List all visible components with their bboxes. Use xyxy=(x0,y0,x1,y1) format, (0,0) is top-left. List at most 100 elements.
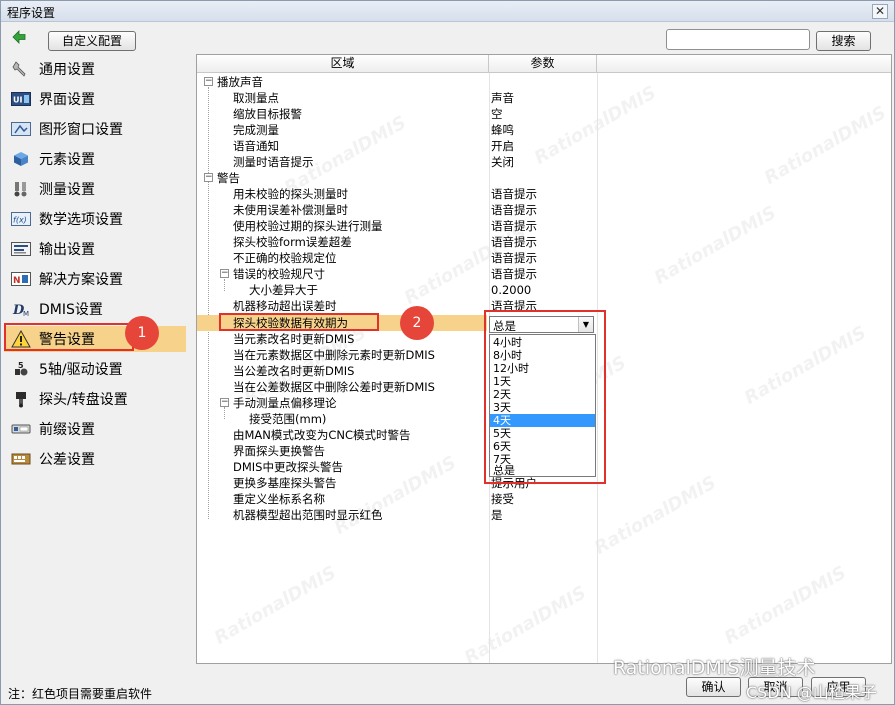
back-arrow-icon[interactable] xyxy=(11,29,27,45)
sidebar-item-prefix[interactable]: 前缀设置 xyxy=(4,416,186,442)
probe-icon xyxy=(11,179,31,199)
table-row[interactable]: 完成测量 蜂鸣 xyxy=(197,122,891,138)
sidebar-item-label: 界面设置 xyxy=(39,92,95,108)
row-value: 0.2000 xyxy=(491,283,532,297)
row-label: 机器移动超出误差时 xyxy=(233,299,337,313)
row-label: 界面探头更换警告 xyxy=(233,444,325,458)
brand-watermark: RationalDMIS测量技术 xyxy=(613,657,816,679)
row-label: 更换多基座探头警告 xyxy=(233,476,337,490)
table-row[interactable]: 不正确的校验规定位 语音提示 xyxy=(197,250,891,266)
row-label: 完成测量 xyxy=(233,123,279,137)
row-label: 手动测量点偏移理论 xyxy=(233,396,337,410)
sidebar-item-math-options[interactable]: f(x) 数学选项设置 xyxy=(4,206,186,232)
sidebar-item-element[interactable]: 元素设置 xyxy=(4,146,186,172)
svg-text:N: N xyxy=(13,276,21,286)
close-button[interactable]: ✕ xyxy=(872,4,888,19)
step-badge-2: 2 xyxy=(400,306,434,340)
search-input[interactable] xyxy=(666,29,810,50)
table-row[interactable]: 探头校验form误差超差 语音提示 xyxy=(197,234,891,250)
watermark: RationalDMIS xyxy=(460,582,590,664)
row-label: 警告 xyxy=(217,171,240,185)
row-label: 机器模型超出范围时显示红色 xyxy=(233,508,383,522)
table-row[interactable]: 机器模型超出范围时显示红色 是 xyxy=(197,507,891,523)
graphic-window-icon xyxy=(11,119,31,139)
restart-note: 注：红色项目需要重启软件 xyxy=(8,687,153,701)
title-bar: 程序设置 ✕ xyxy=(1,1,894,22)
row-value: 关闭 xyxy=(491,155,514,169)
probe-head-icon xyxy=(11,389,31,409)
sidebar-item-output[interactable]: 输出设置 xyxy=(4,236,186,262)
collapse-toggle[interactable]: − xyxy=(204,77,213,86)
column-header-parameter[interactable]: 参数 xyxy=(489,55,597,73)
row-value: 是 xyxy=(491,508,503,522)
svg-text:M: M xyxy=(23,310,29,318)
row-value: 声音 xyxy=(491,91,514,105)
sidebar-item-5axis[interactable]: 5 5轴/驱动设置 xyxy=(4,356,186,382)
collapse-toggle[interactable]: − xyxy=(204,173,213,182)
table-row[interactable]: 取测量点 声音 xyxy=(197,90,891,106)
row-label: 大小差异大于 xyxy=(249,283,318,297)
settings-window: 程序设置 ✕ 自定义配置 搜索 通用设置 UI 界面设置 图形窗口设置 元素设置… xyxy=(0,0,895,705)
column-header-region[interactable]: 区域 xyxy=(197,55,489,73)
row-label: 由MAN模式改变为CNC模式时警告 xyxy=(233,428,411,442)
table-row[interactable]: 未使用误差补偿测量时 语音提示 xyxy=(197,202,891,218)
row-value: 语音提示 xyxy=(491,219,537,233)
sidebar-item-graphic-window[interactable]: 图形窗口设置 xyxy=(4,116,186,142)
table-row[interactable]: 语音通知 开启 xyxy=(197,138,891,154)
row-value: 接受 xyxy=(491,492,514,506)
table-row[interactable]: 测量时语音提示 关闭 xyxy=(197,154,891,170)
table-row[interactable]: 缩放目标报警 空 xyxy=(197,106,891,122)
sidebar-item-general[interactable]: 通用设置 xyxy=(4,56,186,82)
row-label: 错误的校验规尺寸 xyxy=(233,267,325,281)
table-row[interactable]: 大小差异大于 0.2000 xyxy=(197,282,891,298)
cube-icon xyxy=(11,149,31,169)
collapse-toggle[interactable]: − xyxy=(220,398,229,407)
collapse-toggle[interactable]: − xyxy=(220,269,229,278)
custom-config-button[interactable]: 自定义配置 xyxy=(48,31,136,51)
row-label: 重定义坐标系名称 xyxy=(233,492,325,506)
sidebar-item-label: 输出设置 xyxy=(39,242,95,258)
row-label: 播放声音 xyxy=(217,75,263,89)
step-badge-1: 1 xyxy=(125,316,159,350)
sidebar-item-interface[interactable]: UI 界面设置 xyxy=(4,86,186,112)
table-row[interactable]: − 错误的校验规尺寸 语音提示 xyxy=(197,266,891,282)
row-value: 语音提示 xyxy=(491,187,537,201)
svg-text:f(x): f(x) xyxy=(13,216,27,225)
watermark: RationalDMIS xyxy=(210,562,340,649)
sidebar-item-label: 5轴/驱动设置 xyxy=(39,362,123,378)
row-label: 测量时语音提示 xyxy=(233,155,314,169)
search-button[interactable]: 搜索 xyxy=(816,31,871,51)
sidebar-item-solution[interactable]: N 解决方案设置 xyxy=(4,266,186,292)
dropdown-highlight xyxy=(484,310,606,484)
tolerance-icon xyxy=(11,449,31,469)
csdn-watermark: CSDN @山楂果子 xyxy=(746,683,877,702)
sidebar-item-probe-table[interactable]: 探头/转盘设置 xyxy=(4,386,186,412)
row-label: 接受范围(mm) xyxy=(249,412,327,426)
row-label: 缩放目标报警 xyxy=(233,107,302,121)
settings-category-list: 通用设置 UI 界面设置 图形窗口设置 元素设置 测量设置 f(x) 数学选项设… xyxy=(1,53,193,673)
row-label: 不正确的校验规定位 xyxy=(233,251,337,265)
row-label: DMIS中更改探头警告 xyxy=(233,460,343,474)
table-row[interactable]: 用未校验的探头测量时 语音提示 xyxy=(197,186,891,202)
row-label: 取测量点 xyxy=(233,91,279,105)
solution-icon: N xyxy=(11,269,31,289)
row-label: 未使用误差补偿测量时 xyxy=(233,203,348,217)
math-function-icon: f(x) xyxy=(11,209,31,229)
row-label: 用未校验的探头测量时 xyxy=(233,187,348,201)
table-row[interactable]: − 播放声音 xyxy=(197,74,891,90)
row-label: 当在公差数据区中删除公差时更新DMIS xyxy=(233,380,435,394)
sidebar-item-tolerance[interactable]: 公差设置 xyxy=(4,446,186,472)
sidebar-item-measure[interactable]: 测量设置 xyxy=(4,176,186,202)
probe-validity-row-highlight xyxy=(219,313,379,331)
sidebar-item-label: 前缀设置 xyxy=(39,422,95,438)
row-label: 当在元素数据区中删除元素时更新DMIS xyxy=(233,348,435,362)
row-value: 开启 xyxy=(491,139,514,153)
row-label: 当公差改名时更新DMIS xyxy=(233,364,355,378)
sidebar-item-label: 图形窗口设置 xyxy=(39,122,123,138)
table-row[interactable]: 重定义坐标系名称 接受 xyxy=(197,491,891,507)
row-label: 使用校验过期的探头进行测量 xyxy=(233,219,383,233)
table-row[interactable]: − 警告 xyxy=(197,170,891,186)
table-row[interactable]: 使用校验过期的探头进行测量 语音提示 xyxy=(197,218,891,234)
sidebar-item-dmis[interactable]: DM DMIS设置 xyxy=(4,296,186,322)
ok-button[interactable]: 确认 xyxy=(686,677,741,697)
